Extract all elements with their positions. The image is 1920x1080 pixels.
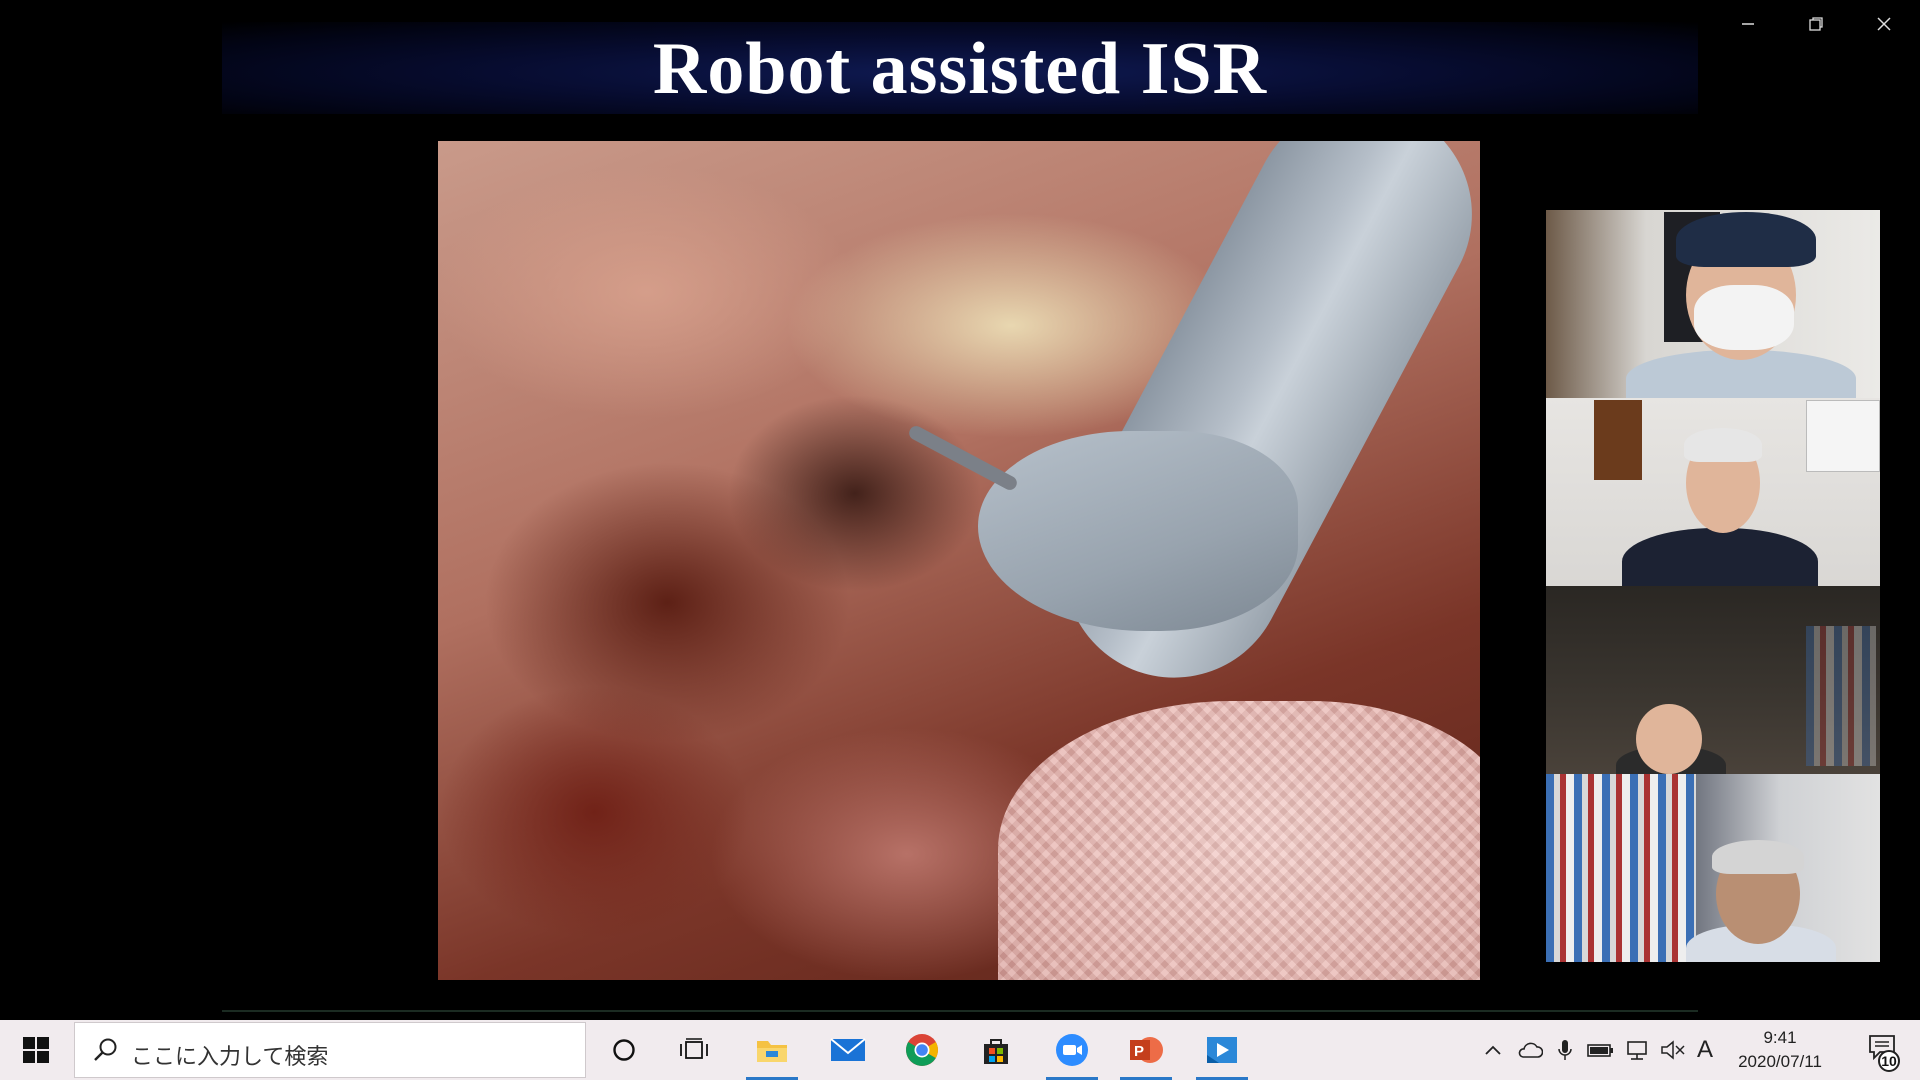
gauze	[998, 701, 1480, 980]
restore-icon	[1809, 17, 1823, 31]
microphone-button[interactable]	[1550, 1020, 1580, 1080]
taskbar: ここに入力して検索 P A 9:41 2020/07/11 10	[0, 1020, 1920, 1080]
chrome-icon	[906, 1034, 938, 1066]
surgical-video	[438, 141, 1480, 980]
show-hidden-icons-button[interactable]	[1478, 1020, 1508, 1080]
network-button[interactable]	[1620, 1020, 1654, 1080]
svg-text:P: P	[1134, 1043, 1144, 1060]
media-player-button[interactable]	[1192, 1020, 1252, 1080]
task-view-icon	[680, 1038, 708, 1059]
search-box[interactable]: ここに入力して検索	[74, 1022, 586, 1078]
store-icon	[984, 1039, 1008, 1064]
robotic-instrument-shaft	[1025, 141, 1480, 717]
participant-tile-3[interactable]	[1546, 586, 1880, 774]
participant-tile-1[interactable]	[1546, 210, 1880, 398]
cloud-icon	[1518, 1042, 1543, 1058]
file-explorer-button[interactable]	[742, 1020, 802, 1080]
volume-muted-icon	[1661, 1040, 1685, 1060]
minimize-button[interactable]	[1714, 0, 1782, 48]
file-explorer-icon	[757, 1041, 787, 1062]
chrome-button[interactable]	[892, 1020, 952, 1080]
close-button[interactable]	[1850, 0, 1918, 48]
zoom-button[interactable]	[1042, 1020, 1102, 1080]
action-center-button[interactable]: 10	[1854, 1020, 1914, 1080]
search-placeholder: ここに入力して検索	[131, 1044, 329, 1069]
taskbar-clock[interactable]: 9:41 2020/07/11	[1712, 1026, 1848, 1074]
slide-divider	[222, 1010, 1698, 1012]
microphone-icon	[1558, 1040, 1572, 1060]
windows-logo-icon	[23, 1037, 49, 1063]
slide-header: Robot assisted ISR	[222, 22, 1698, 114]
start-button[interactable]	[0, 1020, 72, 1080]
store-button[interactable]	[966, 1020, 1026, 1080]
participant-hair	[1712, 840, 1804, 874]
mail-button[interactable]	[818, 1020, 878, 1080]
participant-cap	[1676, 212, 1816, 267]
slide-title: Robot assisted ISR	[652, 28, 1268, 110]
bookshelf	[1546, 774, 1696, 962]
face-mask	[1694, 285, 1794, 350]
participant-body	[1622, 528, 1818, 586]
task-view-button[interactable]	[664, 1020, 724, 1080]
wall-art	[1594, 400, 1642, 480]
bookshelf	[1806, 626, 1876, 766]
onedrive-button[interactable]	[1512, 1020, 1548, 1080]
chevron-up-icon	[1485, 1045, 1501, 1055]
participant-hair	[1684, 428, 1762, 462]
instrument-jaw	[906, 423, 1020, 493]
restore-button[interactable]	[1782, 0, 1850, 48]
cortana-button[interactable]	[594, 1020, 654, 1080]
participant-head	[1636, 704, 1702, 774]
participant-tile-2[interactable]	[1546, 398, 1880, 586]
participant-tile-4[interactable]	[1546, 774, 1880, 962]
minimize-icon	[1742, 23, 1754, 25]
notification-count-badge: 10	[1878, 1050, 1900, 1072]
zoom-icon	[1056, 1034, 1088, 1066]
media-player-icon	[1207, 1037, 1237, 1063]
wall-notice	[1806, 400, 1880, 472]
volume-button[interactable]	[1656, 1020, 1690, 1080]
powerpoint-button[interactable]: P	[1116, 1020, 1176, 1080]
powerpoint-icon: P	[1130, 1037, 1163, 1063]
battery-icon	[1587, 1044, 1613, 1057]
close-icon	[1877, 17, 1891, 31]
clock-date: 2020/07/11	[1738, 1052, 1822, 1071]
network-icon	[1627, 1041, 1647, 1060]
search-icon	[94, 1038, 117, 1061]
clock-time: 9:41	[1763, 1028, 1797, 1047]
robotic-instrument-tip	[978, 431, 1298, 631]
mail-icon	[830, 1038, 866, 1061]
battery-button[interactable]	[1584, 1020, 1618, 1080]
cortana-icon	[613, 1039, 635, 1061]
